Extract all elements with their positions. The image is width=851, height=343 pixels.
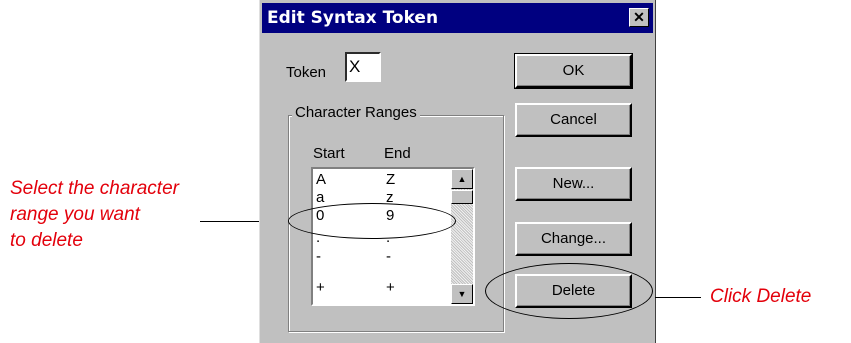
range-end: Z — [386, 171, 396, 188]
range-start: - — [316, 248, 321, 265]
cancel-button[interactable]: Cancel — [515, 103, 632, 137]
delete-leader-line — [655, 297, 701, 298]
close-button[interactable]: ✕ — [629, 8, 649, 27]
scroll-up-button[interactable]: ▲ — [451, 169, 473, 189]
selected-row-highlight — [288, 203, 456, 239]
ok-button[interactable]: OK — [514, 53, 633, 89]
column-header-start: Start — [313, 145, 345, 162]
range-start: + — [316, 279, 325, 296]
click-delete-annotation: Click Delete — [710, 286, 812, 307]
arrow-down-icon: ▼ — [457, 289, 467, 299]
range-start: a — [316, 189, 325, 206]
column-header-end: End — [384, 145, 411, 162]
range-end: - — [386, 248, 391, 265]
scroll-down-button[interactable]: ▼ — [451, 284, 473, 304]
annotation-line-1: Select the character — [10, 178, 179, 199]
list-item[interactable]: - - — [316, 248, 451, 266]
close-icon: ✕ — [633, 9, 645, 25]
change-button[interactable]: Change... — [515, 222, 632, 256]
title-bar[interactable]: Edit Syntax Token ✕ — [262, 3, 653, 33]
annotation-line-3: to delete — [10, 230, 83, 251]
dialog-title: Edit Syntax Token — [267, 8, 439, 28]
arrow-up-icon: ▲ — [457, 174, 467, 184]
new-button[interactable]: New... — [515, 167, 632, 201]
select-range-annotation: Select the character range you want to d… — [10, 176, 179, 254]
range-start: A — [316, 171, 327, 188]
list-item[interactable]: + + — [316, 279, 451, 297]
range-end: + — [386, 279, 395, 296]
vertical-scrollbar[interactable]: ▲ ▼ — [451, 169, 473, 304]
annotation-line-2: range you want — [10, 204, 140, 225]
list-item[interactable]: A Z — [316, 171, 451, 189]
character-ranges-label: Character Ranges — [292, 104, 420, 121]
delete-button-highlight — [485, 263, 653, 319]
scroll-thumb[interactable] — [451, 190, 473, 204]
token-field[interactable]: X — [345, 52, 381, 82]
token-label: Token — [286, 64, 327, 81]
